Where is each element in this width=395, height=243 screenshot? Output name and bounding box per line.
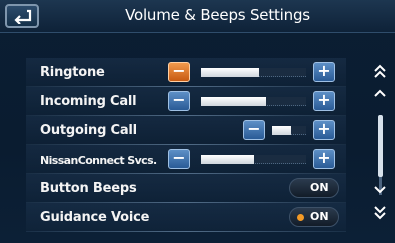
incoming-call-volume-fill xyxy=(201,97,267,106)
outgoing-call-volume-slider[interactable] xyxy=(272,126,306,135)
back-button[interactable] xyxy=(5,4,39,28)
outgoing-call-label: Outgoing Call xyxy=(40,123,137,138)
toggle-indicator-icon xyxy=(297,214,304,221)
nissanconnect-decrease-button[interactable]: − xyxy=(168,148,190,169)
nissanconnect-increase-button[interactable]: + xyxy=(313,148,335,169)
button-beeps-row[interactable]: Button Beeps ON xyxy=(26,174,346,203)
guidance-voice-toggle[interactable]: ON xyxy=(289,207,339,227)
ringtone-increase-button[interactable]: + xyxy=(313,61,335,82)
chevron-up-icon[interactable] xyxy=(368,86,392,104)
outgoing-call-increase-button[interactable]: + xyxy=(313,119,335,140)
incoming-call-decrease-button[interactable]: − xyxy=(168,90,190,111)
guidance-voice-label: Guidance Voice xyxy=(40,210,150,225)
title-bar: Volume & Beeps Settings xyxy=(0,0,395,33)
outgoing-call-decrease-button[interactable]: − xyxy=(243,119,265,140)
incoming-call-label: Incoming Call xyxy=(40,94,137,109)
nissanconnect-volume-slider[interactable] xyxy=(201,155,306,164)
outgoing-call-volume-fill xyxy=(272,126,291,135)
guidance-voice-row[interactable]: Guidance Voice ON xyxy=(26,203,346,232)
button-beeps-label: Button Beeps xyxy=(40,181,137,196)
chevron-down-icon[interactable] xyxy=(368,183,392,201)
outgoing-call-row: Outgoing Call − + xyxy=(26,116,346,145)
double-chevron-up-icon[interactable] xyxy=(368,63,392,81)
nissanconnect-volume-fill xyxy=(201,155,254,164)
ringtone-row: Ringtone − + xyxy=(26,58,346,87)
scrollbar-thumb[interactable] xyxy=(378,115,383,177)
double-chevron-down-icon[interactable] xyxy=(368,205,392,223)
nissanconnect-label: NissanConnect Svcs. xyxy=(40,154,157,167)
back-arrow-icon xyxy=(14,9,32,24)
incoming-call-row: Incoming Call − + xyxy=(26,87,346,116)
incoming-call-volume-slider[interactable] xyxy=(201,97,306,106)
page-title: Volume & Beeps Settings xyxy=(125,6,310,24)
ringtone-volume-fill xyxy=(201,68,259,77)
toggle-indicator-icon xyxy=(297,185,304,192)
incoming-call-increase-button[interactable]: + xyxy=(313,90,335,111)
screen: Volume & Beeps Settings Ringtone − + Inc… xyxy=(0,0,395,243)
guidance-voice-toggle-value: ON xyxy=(310,210,329,223)
ringtone-decrease-button[interactable]: − xyxy=(168,61,190,82)
ringtone-label: Ringtone xyxy=(40,65,105,80)
button-beeps-toggle-value: ON xyxy=(310,181,329,194)
ringtone-volume-slider[interactable] xyxy=(201,68,306,77)
button-beeps-toggle[interactable]: ON xyxy=(289,178,339,198)
nissanconnect-row: NissanConnect Svcs. − + xyxy=(26,145,346,174)
scroll-panel xyxy=(363,55,395,233)
